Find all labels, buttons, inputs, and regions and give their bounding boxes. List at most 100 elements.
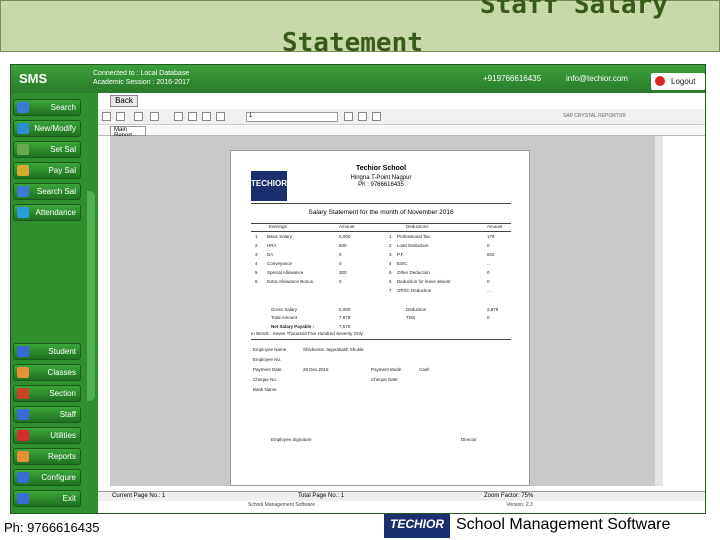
report-phone: Ph : 9766616435 [358,182,404,188]
sidebar-item-attendance[interactable]: Attendance [13,204,81,221]
earn-rows-name: Special Allowance [267,270,304,275]
viewer-toolbar: 1 SAP CRYSTAL REPORTS® [98,109,705,125]
earn-rows-n: 6 [255,279,258,284]
footer-product: School Management Software [248,502,315,508]
sidebar-item-search-sal[interactable]: Search Sal [13,183,81,200]
earn-rows-n: 4 [255,261,258,266]
ded-rows-name: ESIC [397,261,408,266]
connection-info: Connected to : Local Database Academic S… [93,69,190,87]
export-icon[interactable] [102,112,111,121]
sidebar-divider [87,191,95,401]
sidebar-item-label: Exit [62,494,76,503]
sidebar-item-pay-sal[interactable]: Pay Sal [13,162,81,179]
sidebar-item-utilities[interactable]: Utilities [13,427,81,444]
next-page-icon[interactable] [202,112,211,121]
section-icon [17,388,29,399]
ded-rows-n: 2 [389,243,392,248]
sidebar-item-configure[interactable]: Configure [13,469,81,486]
report-address: Hingna T-Point Nagpur [350,175,412,181]
ded-rows-amt: 0 [487,243,490,248]
director-label: Director [461,437,477,442]
find-icon[interactable] [358,112,367,121]
divider [251,339,511,340]
search-salary-icon [17,186,29,197]
earn-rows-name: DA [267,252,274,257]
ded-rows-n: 6 [389,279,392,284]
prev-page-icon[interactable] [188,112,197,121]
earn-rows-name: Conveyance [267,261,293,266]
earn-rows-amt: 0 [339,252,342,257]
ded-rows-amt: ... [487,288,491,293]
sidebar-item-student[interactable]: Student [13,343,81,360]
report-viewer-panel: Back 1 SAP CRYSTAL REPORTS® Main Report … [98,93,705,513]
contact-phone: +919766616435 [483,74,542,83]
back-button[interactable]: Back [110,95,138,107]
zoom-icon[interactable] [372,112,381,121]
ded-rows-n: 4 [389,261,392,266]
footer-techior-logo: TECHIOR [384,514,450,538]
sidebar-item-label: Classes [47,368,76,377]
reports-icon [17,451,29,462]
cheque-no-label: Cheque No. [253,377,278,382]
sidebar-item-new-modify[interactable]: New/Modify [13,120,81,137]
footer-tagline: School Management Software [456,516,671,533]
sidebar-item-reports[interactable]: Reports [13,448,81,465]
app-logo: SMS [19,71,48,86]
ded-rows-n: 7 [389,288,392,293]
earn-rows-name: Extra Allowance Bonus [267,279,314,284]
logout-button[interactable]: Logout [651,73,705,90]
page-number-input[interactable]: 1 [246,112,338,122]
vertical-scrollbar[interactable] [655,136,663,486]
report-tabs: Main Report [98,126,705,139]
employee-name-value: Shivkumar Jayprakash Shukla [303,347,364,352]
app-window: SMS Connected to : Local Database Academ… [10,64,706,514]
ded-rows-name: GPSC Deduction [397,288,432,293]
divider [251,231,511,232]
payment-mode-value: Cash [419,367,430,372]
ded-rows-amt: 175 [487,234,495,239]
total-label: Total Amount [271,315,298,320]
sidebar-item-exit[interactable]: Exit [13,490,81,507]
employee-no-label: Employee No. [253,357,282,362]
ded-rows-name: Professional Tax [397,234,430,239]
print-icon[interactable] [116,112,125,121]
deduction-label: Deduction [406,307,427,312]
settings-icon [17,144,29,155]
sidebar-item-set-sal[interactable]: Set Sal [13,141,81,158]
ded-rows-amt: ... [487,261,491,266]
report-school-name: Techior School [355,165,407,172]
sidebar-item-search[interactable]: Search [13,99,81,116]
sidebar-item-label: New/Modify [34,124,76,133]
go-to-page-icon[interactable] [344,112,353,121]
sidebar-item-label: Utilities [50,431,76,440]
sidebar-item-section[interactable]: Section [13,385,81,402]
sidebar-item-label: Student [48,347,76,356]
earn-rows-n: 3 [255,252,258,257]
gross-label: Gross Salary [271,307,298,312]
sidebar-item-classes[interactable]: Classes [13,364,81,381]
sidebar-item-staff[interactable]: Staff [13,406,81,423]
power-icon [655,76,665,86]
earn-rows-amt: 6,000 [339,234,351,239]
first-page-icon[interactable] [174,112,183,121]
ded-rows-amt: 0 [487,279,490,284]
sap-brand: SAP CRYSTAL REPORTS® [563,113,626,119]
net-salary-label: Net Salary Payable : [271,324,315,329]
refresh-icon[interactable] [134,112,143,121]
earn-rows-name: Basic Salary [267,234,293,239]
total-page-status: Total Page No.: 1 [298,493,345,499]
sidebar-item-label: Section [49,389,76,398]
staff-icon [17,409,29,420]
footer-version: Version: 2.3 [506,502,533,508]
ded-rows-n: 5 [389,270,392,275]
toggle-tree-icon[interactable] [150,112,159,121]
slide-title-line2: Statement [282,28,423,58]
tab-main-report[interactable]: Main Report [110,126,146,139]
earn-rows-amt: 0 [339,279,342,284]
ded-rows-amt: 0 [487,270,490,275]
last-page-icon[interactable] [216,112,225,121]
cheque-date-label: Cheque Date [371,377,398,382]
earnings-header: Earnings [269,224,287,229]
payment-date-label: Payment Date [253,367,282,372]
logout-label: Logout [671,77,696,86]
